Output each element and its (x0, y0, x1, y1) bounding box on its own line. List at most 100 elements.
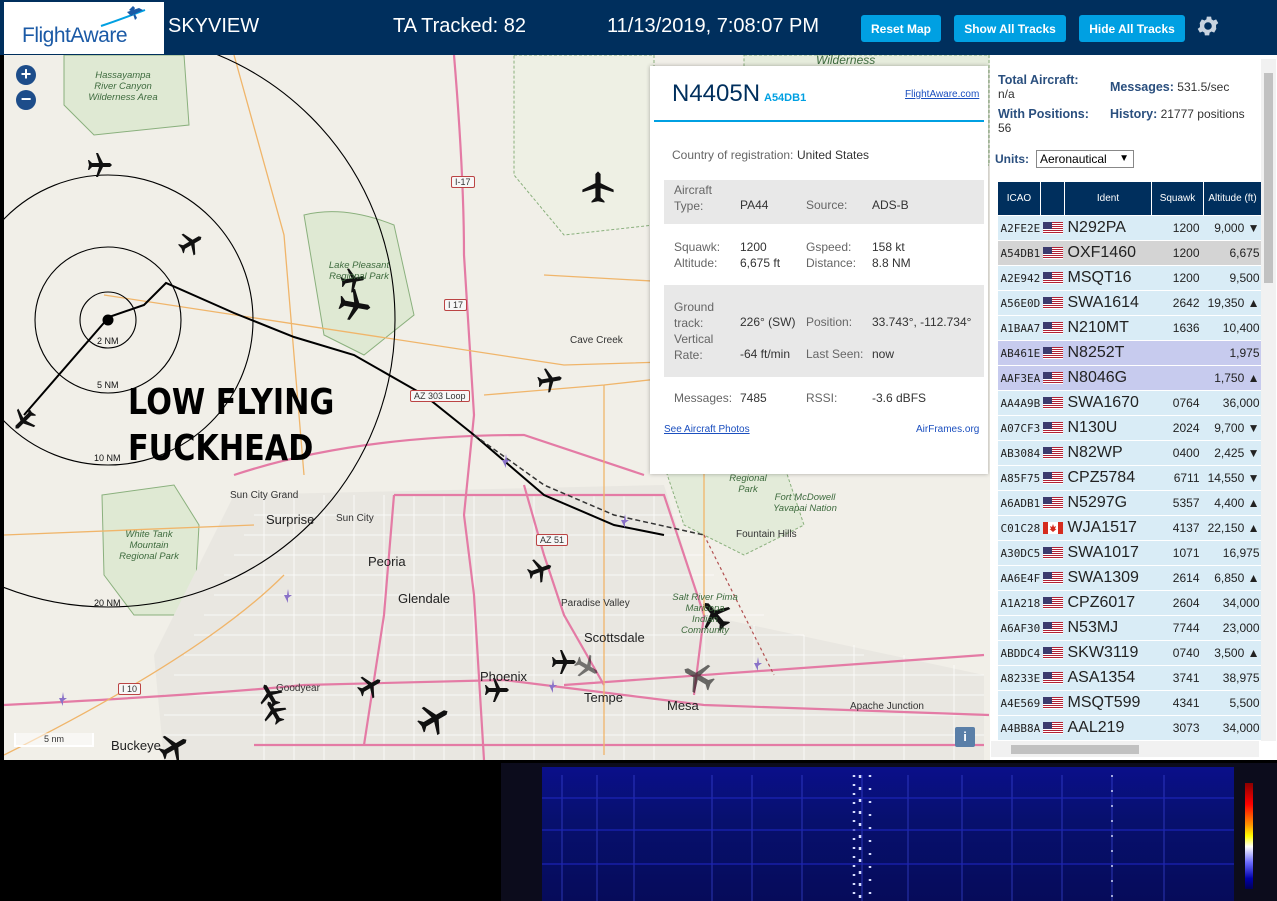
cell-squawk: 1200 (1151, 265, 1204, 291)
cell-icao: A1BAA7 (997, 315, 1041, 341)
table-row[interactable]: AB3084 N82WP 0400 2,425 ▼ (997, 440, 1262, 466)
col-icao[interactable]: ICAO (997, 181, 1041, 216)
flag-us-icon (1040, 640, 1065, 666)
cell-ident: ASA1354 (1064, 665, 1152, 691)
table-row[interactable]: AB461E N8252T 1,975 (997, 340, 1262, 366)
flightaware-link[interactable]: FlightAware.com (905, 89, 979, 100)
vertical-rate-label: Vertical Rate: (674, 332, 714, 362)
ground-track-value: 226° (SW) (740, 315, 796, 329)
flag-us-icon (1040, 240, 1065, 266)
country-row: Country of registration: United States (664, 148, 984, 168)
plane-icon[interactable] (676, 655, 720, 699)
road-i10-label: I 10 (118, 683, 142, 695)
table-row[interactable]: A07CF3 N130U 2024 9,700 ▼ (997, 415, 1262, 441)
distance-label: Distance: (806, 256, 857, 270)
place-peoria: Peoria (368, 554, 406, 569)
aircraft-photos-link[interactable]: See Aircraft Photos (664, 424, 750, 435)
plane-icon[interactable] (582, 171, 614, 203)
history-stat: History: 21777 positions (1110, 107, 1250, 121)
plane-icon[interactable] (174, 226, 208, 260)
map-info-icon[interactable]: i (955, 727, 975, 747)
table-row[interactable]: A54DB1 OXF1460 1200 6,675 (997, 240, 1262, 266)
flag-us-icon (1040, 440, 1065, 466)
waterfall-display (542, 767, 1234, 901)
flag-us-icon (1040, 540, 1065, 566)
flag-us-icon (1040, 340, 1065, 366)
table-row[interactable]: A8233E ASA1354 3741 38,975 (997, 665, 1262, 691)
scroll-thumb[interactable] (1011, 745, 1139, 754)
country-label: Country of registration: (672, 148, 794, 162)
cell-squawk: 0740 (1151, 640, 1204, 666)
flag-us-icon (1040, 365, 1065, 391)
gear-icon[interactable] (1195, 13, 1221, 39)
cell-ident: CPZ5784 (1064, 465, 1152, 491)
flightaware-logo[interactable]: FlightAware (4, 2, 164, 54)
cell-squawk: 6711 (1151, 465, 1204, 491)
table-row[interactable]: ABDDC4 SKW3119 0740 3,500 ▲ (997, 640, 1262, 666)
col-altitude[interactable]: Altitude (ft) (1203, 181, 1262, 216)
cell-squawk: 3741 (1151, 665, 1204, 691)
plane-icon[interactable] (570, 650, 604, 684)
table-row[interactable]: AA6E4F SWA1309 2614 6,850 ▲ (997, 565, 1262, 591)
history-value: 21777 positions (1160, 107, 1245, 121)
table-row[interactable]: AAF3EA N8046G 1,750 ▲ (997, 365, 1262, 391)
plane-icon[interactable] (552, 650, 576, 674)
zoom-out-icon[interactable]: − (16, 90, 36, 110)
source-label: Source: (806, 198, 848, 212)
table-row[interactable]: A2E942 MSQT16 1200 9,500 (997, 265, 1262, 291)
cell-altitude: 6,850 ▲ (1203, 565, 1262, 591)
country-value: United States (797, 148, 870, 162)
scroll-thumb[interactable] (1264, 73, 1273, 283)
table-row[interactable]: A4BB8A AAL219 3073 34,000 (997, 715, 1262, 741)
aircraft-detail-panel: N4405N A54DB1 FlightAware.com Country of… (650, 66, 988, 474)
place-scottsdale: Scottsdale (584, 630, 645, 645)
table-row[interactable]: A56E0D SWA1614 2642 19,350 ▲ (997, 290, 1262, 316)
plane-icon[interactable] (412, 697, 456, 741)
table-row[interactable]: A2FE2E N292PA 1200 9,000 ▼ (997, 215, 1262, 241)
units-select[interactable]: Aeronautical ▼ (1036, 150, 1134, 168)
plane-icon[interactable] (88, 153, 112, 177)
positions-label: With Positions: (998, 107, 1089, 121)
plane-icon[interactable] (353, 669, 387, 703)
col-flag[interactable] (1040, 181, 1065, 216)
table-row[interactable]: A85F75 CPZ5784 6711 14,550 ▼ (997, 465, 1262, 491)
cell-squawk: 1636 (1151, 315, 1204, 341)
cell-ident: MSQT16 (1064, 265, 1152, 291)
table-row[interactable]: A6AF30 N53MJ 7744 23,000 (997, 615, 1262, 641)
horizontal-scrollbar[interactable] (991, 741, 1259, 757)
airframes-link[interactable]: AirFrames.org (916, 424, 979, 435)
plane-icon[interactable] (336, 286, 374, 324)
cell-squawk: 3073 (1151, 715, 1204, 741)
table-row[interactable]: A6ADB1 N5297G 5357 4,400 ▲ (997, 490, 1262, 516)
vertical-scrollbar[interactable] (1261, 59, 1276, 741)
table-row[interactable]: A4E569 MSQT599 4341 5,500 (997, 690, 1262, 716)
cell-ident: OXF1460 (1064, 240, 1152, 266)
cell-altitude: 34,000 (1203, 715, 1262, 741)
flag-us-icon (1040, 490, 1065, 516)
cell-icao: A2E942 (997, 265, 1041, 291)
cell-icao: A1A218 (997, 590, 1041, 616)
zoom-in-icon[interactable]: + (16, 65, 36, 85)
cell-icao: A6AF30 (997, 615, 1041, 641)
table-row[interactable]: A1A218 CPZ6017 2604 34,000 (997, 590, 1262, 616)
source-value: ADS-B (872, 198, 909, 212)
cell-squawk (1151, 340, 1204, 366)
hide-all-tracks-button[interactable]: Hide All Tracks (1079, 15, 1185, 42)
table-row[interactable]: AA4A9B SWA1670 0764 36,000 (997, 390, 1262, 416)
place-white-tank: White Tank Mountain Regional Park (119, 529, 179, 562)
reset-map-button[interactable]: Reset Map (861, 15, 941, 42)
col-ident[interactable]: Ident (1064, 181, 1152, 216)
col-squawk[interactable]: Squawk (1151, 181, 1204, 216)
plane-icon[interactable] (7, 403, 41, 437)
table-row[interactable]: A1BAA7 N210MT 1636 10,400 (997, 315, 1262, 341)
plane-icon[interactable] (536, 366, 564, 394)
tracked-count: TA Tracked: 82 (393, 15, 527, 37)
table-row[interactable]: C01C28 WJA1517 4137 22,150 ▲ (997, 515, 1262, 541)
table-row[interactable]: A30DC5 SWA1017 1071 16,975 (997, 540, 1262, 566)
table-header-row: ICAO Ident Squawk Altitude (ft) (997, 181, 1262, 216)
plane-icon[interactable] (524, 554, 556, 586)
cell-altitude: 6,675 (1203, 240, 1262, 266)
show-all-tracks-button[interactable]: Show All Tracks (954, 15, 1066, 42)
cell-squawk: 1071 (1151, 540, 1204, 566)
cell-squawk: 2604 (1151, 590, 1204, 616)
